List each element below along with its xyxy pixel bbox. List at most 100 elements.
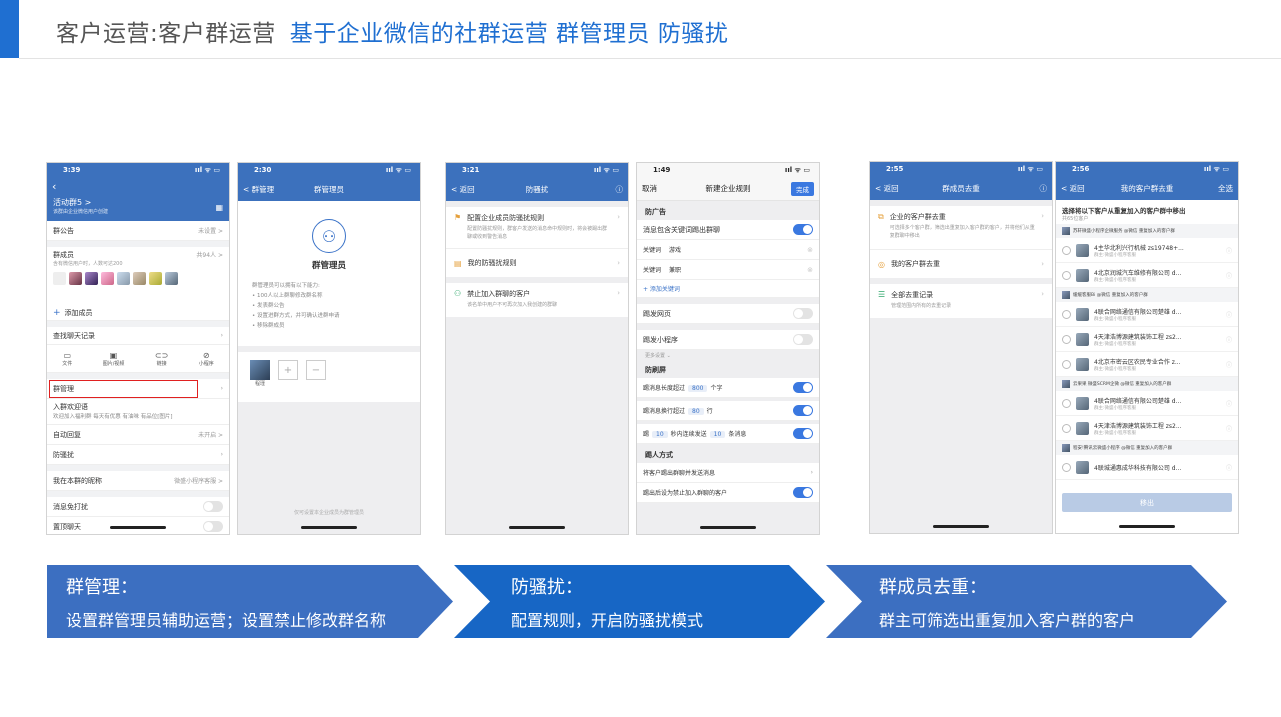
add-member-row[interactable]: + 添加成员 [47,305,229,321]
done-button[interactable]: 完成 [791,181,814,196]
info-icon[interactable]: ⓘ [1226,360,1232,369]
add-admin-button[interactable]: + [278,360,298,380]
admin-member[interactable]: 程瑾 [250,360,270,387]
status-bar: 2:30 ııl ᯤ ▭ [238,163,420,177]
group-name[interactable]: 活动群5 > [53,197,223,208]
info-icon[interactable]: ⓘ [1040,183,1048,194]
member-avatar[interactable] [165,272,178,285]
select-all-button[interactable]: 全选 [1218,183,1233,194]
file-shortcut[interactable]: ▭ 文件 [62,351,72,367]
pin-toggle[interactable] [203,521,223,532]
welcome-row[interactable]: 入群欢迎语 欢迎加入福利群 每天有优惠 有油味 有品位[图片] [47,399,229,425]
customer-row[interactable]: 4联合网络通信有限公司楚雄 d... 群主:微盛小程序客服 ⓘ [1056,302,1238,327]
info-icon[interactable]: ⓘ [1226,271,1232,280]
ban-toggle[interactable] [793,487,813,498]
ability-list: 群管理员可以拥有以下能力: • 100人以上群聊修改群名称 • 发表群公告 • … [252,283,340,329]
back-button[interactable]: < 群管理 [243,184,274,195]
select-radio[interactable] [1062,270,1071,280]
group-owner-avatar [1062,291,1070,299]
info-icon[interactable]: ⓘ [616,184,624,195]
customer-row[interactable]: 4北京润城汽车维修有限公司 d... 群主:微盛小程序客服 ⓘ [1056,263,1238,288]
members-section[interactable]: 群成员 共94人 > 含有微信用户时，人数可达200 [47,247,229,305]
config-rules-item[interactable]: ⚑ 配置企业成员防骚扰规则 配置防骚扰规则，群客户发送的消息命中规则时，将会被踢出… [446,207,628,249]
member-avatar[interactable] [53,272,66,285]
dedupe-records-item[interactable]: ☰ 全部去重记录 管理范围内所有的去重记录 › [870,284,1052,318]
lines-toggle[interactable] [793,405,813,416]
banner-heading: 群管理： [66,577,138,598]
info-icon[interactable]: ⓘ [1226,310,1232,319]
add-keyword-button[interactable]: + 添加关键词 [637,280,819,298]
select-radio[interactable] [1062,398,1071,408]
group-manage-row[interactable]: 群管理 › [47,379,229,399]
banned-customers-item[interactable]: ⚇ 禁止加入群聊的客户 该名单中用户不可再次加入我创建的群聊 › [446,283,628,317]
anti-harass-row[interactable]: 防骚扰 › [47,445,229,465]
kick-mini-toggle[interactable] [793,334,813,345]
member-avatar[interactable] [133,272,146,285]
length-toggle[interactable] [793,382,813,393]
customer-group-owner: 群主:微盛小程序客服 [1094,252,1137,258]
customer-row[interactable]: 4天津浩博源建筑装饰工程 zs2... 群主:微盛小程序客服 ⓘ [1056,416,1238,441]
nickname-value: 微盛小程序客服 > [174,478,223,485]
info-icon[interactable]: ⓘ [1226,463,1232,472]
info-icon[interactable]: ⓘ [1226,246,1232,255]
clear-icon[interactable]: ⊗ [807,266,813,274]
length-limit-row: 踢消息长度超过 800 个字 [637,378,819,398]
kick-web-toggle[interactable] [793,308,813,319]
length-input[interactable]: 800 [688,385,708,392]
keyword-row[interactable]: 关键词 兼职 ⊗ [637,260,819,280]
select-radio[interactable] [1062,359,1071,369]
remove-button[interactable]: 移出 [1062,493,1232,512]
image-shortcut[interactable]: ▣ 图片/视频 [103,351,125,367]
select-radio[interactable] [1062,334,1071,344]
member-avatar[interactable] [117,272,130,285]
keyword-kick-toggle[interactable] [793,224,813,235]
keyword-row[interactable]: 关键词 游戏 ⊗ [637,240,819,260]
select-radio[interactable] [1062,423,1071,433]
link-shortcut[interactable]: ⊂⊃ 链接 [155,351,168,367]
select-radio[interactable] [1062,245,1071,255]
cancel-button[interactable]: 取消 [642,183,657,194]
back-button[interactable]: < 返回 [451,184,475,195]
member-avatar[interactable] [149,272,162,285]
select-radio[interactable] [1062,462,1071,472]
remove-admin-button[interactable]: − [306,360,326,380]
back-button[interactable]: < 返回 [875,183,899,194]
miniprogram-shortcut[interactable]: ⊘ 小程序 [199,351,214,367]
title-part1: 客户运营:客户群运营 [56,21,276,47]
auto-reply-row[interactable]: 自动回复 未开启 > [47,425,229,445]
enterprise-dedupe-item[interactable]: ⧉ 企业的客户群去重 可选择多个客户群，筛选出重复加入客户群的客户，并将他们从重复… [870,206,1052,250]
more-settings[interactable]: 更多设置 ⌄ [637,350,819,361]
back-icon[interactable]: ‹ [52,180,56,193]
method-kick-row[interactable]: 将客户踢出群聊并发送消息 › [637,463,819,483]
select-radio[interactable] [1062,309,1071,319]
customer-row[interactable]: 4天津浩博源建筑装饰工程 zs2... 群主:微盛小程序客服 ⓘ [1056,327,1238,352]
continuous-toggle[interactable] [793,428,813,439]
customer-avatar [1076,357,1089,371]
qrcode-icon[interactable]: ▦ [215,203,223,212]
member-avatar[interactable] [101,272,114,285]
chevron-right-icon: › [220,385,223,392]
lines-input[interactable]: 80 [688,408,704,415]
my-rules-item[interactable]: ▤ 我的防骚扰规则 › [446,249,628,277]
customer-row[interactable]: 4主华北利兴行机械 zs19748+... 群主:微盛小程序客服 ⓘ [1056,238,1238,263]
info-icon[interactable]: ⓘ [1226,424,1232,433]
nickname-row[interactable]: 我在本群的昵称 微盛小程序客服 > [47,471,229,491]
customer-row[interactable]: 4联城通惠成华科技有限公司 d... ⓘ [1056,455,1238,480]
info-icon[interactable]: ⓘ [1226,335,1232,344]
clear-icon[interactable]: ⊗ [807,246,813,254]
mute-toggle[interactable] [203,501,223,512]
customer-row[interactable]: 4联合网络通信有限公司楚雄 d... 群主:微盛小程序客服 ⓘ [1056,391,1238,416]
seconds-input[interactable]: 10 [652,431,668,438]
my-dedupe-item[interactable]: ◎ 我的客户群去重 › [870,250,1052,278]
chevron-right-icon: › [220,451,223,458]
search-history-row[interactable]: 查找聊天记录 › [47,327,229,345]
count-input[interactable]: 10 [709,431,726,438]
info-icon[interactable]: ⓘ [1226,399,1232,408]
announcement-row[interactable]: 群公告 未设置 > [47,221,229,241]
status-icons: ııl ᯤ ▭ [194,165,220,174]
miniprogram-icon: ⊘ [202,350,210,360]
member-avatar[interactable] [69,272,82,285]
customer-row[interactable]: 4北京市密云区农民专业合作 z... 群主:微盛小程序客服 ⓘ [1056,352,1238,377]
back-button[interactable]: < 返回 [1061,183,1085,194]
member-avatar[interactable] [85,272,98,285]
